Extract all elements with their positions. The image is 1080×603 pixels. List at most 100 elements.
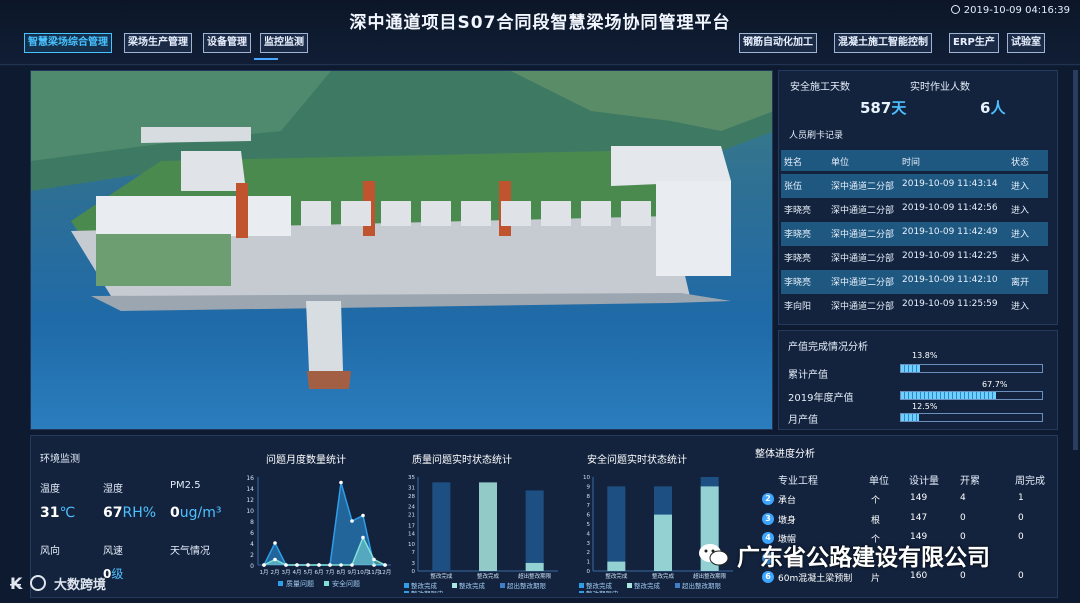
nav-underline — [254, 58, 278, 60]
progress-row-number: 2 — [762, 493, 774, 505]
card-time: 2019-10-09 11:42:10 — [902, 275, 998, 285]
nav-tab-equipment[interactable]: 设备管理 — [203, 33, 251, 53]
wechat-icon — [699, 544, 729, 566]
output-bar-3 — [900, 413, 1043, 422]
progress-row-name: 承台 — [778, 496, 797, 506]
data-point — [361, 513, 365, 518]
y-tick-label: 0 — [250, 563, 254, 570]
progress-row-week: 0 — [1018, 512, 1024, 523]
card-name: 李向阳 — [784, 302, 812, 312]
card-name: 李晓亮 — [784, 278, 812, 288]
x-tick-label: 整改完成 — [430, 572, 453, 580]
legend-swatch — [579, 591, 584, 593]
data-point — [262, 563, 266, 567]
y-tick-label: 6 — [587, 513, 591, 519]
y-tick-label: 16 — [246, 475, 254, 482]
x-tick-label: 9月 — [348, 569, 357, 576]
legend-label: 整改完成 — [411, 581, 438, 590]
y-tick-label: 9 — [587, 484, 591, 490]
y-tick-label: 0 — [587, 569, 591, 575]
card-name: 李晓亮 — [784, 254, 812, 264]
x-tick-label: 超出整改期限 — [693, 572, 727, 580]
nav-tab-production[interactable]: 梁场生产管理 — [124, 33, 192, 53]
card-table-row[interactable]: 李向阳 深中通道二分部 2019-10-09 11:25:59 进入 — [781, 294, 1048, 318]
card-time: 2019-10-09 11:25:59 — [902, 299, 998, 309]
safe-days-value: 587天 — [860, 97, 906, 118]
legend-swatch — [404, 583, 409, 588]
legend-label: 超出整改期限 — [682, 581, 722, 590]
y-tick-label: 14 — [246, 486, 254, 493]
output-bar-1 — [900, 364, 1043, 373]
card-unit: 深中通道二分部 — [831, 182, 895, 192]
y-tick-label: 7 — [587, 503, 591, 509]
wind-speed-label: 风速 — [103, 546, 123, 557]
card-table-row[interactable]: 李晓亮 深中通道二分部 2019-10-09 11:42:56 进入 — [781, 198, 1048, 222]
card-status: 进入 — [1011, 254, 1030, 264]
safe-days-label: 安全施工天数 — [790, 82, 850, 93]
x-tick-label: 3月 — [282, 569, 291, 576]
svg-text:K̶: K̶ — [10, 574, 23, 593]
workers-label: 实时作业人数 — [910, 82, 970, 93]
y-tick-label: 0 — [412, 569, 416, 575]
progress-row-unit: 个 — [871, 496, 881, 506]
card-table-row[interactable]: 李晓亮 深中通道二分部 2019-10-09 11:42:25 进入 — [781, 246, 1048, 270]
site-3d-map[interactable] — [30, 70, 773, 430]
data-point — [350, 519, 354, 523]
legend-swatch — [627, 583, 632, 588]
legend-label: 质量问题 — [286, 579, 314, 588]
temp-unit: ℃ — [59, 505, 76, 521]
nav-tab-lab[interactable]: 试验室 — [1007, 33, 1045, 53]
data-point — [306, 563, 310, 567]
progress-row-acc: 4 — [960, 493, 966, 503]
monthly-issues-chart: 02468101214161月 2月 3月 4月 5月 6月 7月 8月 9月 10月11月12月… — [246, 475, 392, 588]
bar-within-deadline — [432, 482, 451, 571]
y-tick-label: 2 — [250, 552, 254, 559]
nav-tab-erp[interactable]: ERP生产 — [949, 33, 999, 53]
y-tick-label: 7 — [412, 550, 416, 556]
quality-status-chart: 0371014172124283135整改完成 整改完成 超出整改期限整改完成 整改完… — [404, 475, 558, 593]
card-name: 李晓亮 — [784, 230, 812, 240]
y-tick-label: 10 — [246, 508, 254, 515]
y-tick-label: 35 — [408, 475, 415, 481]
x-tick-label: 12月 — [379, 569, 392, 576]
safe-days-unit: 天 — [891, 99, 907, 117]
card-table-row[interactable]: 李晓亮 深中通道二分部 2019-10-09 11:42:49 进入 — [781, 222, 1048, 246]
y-tick-label: 2 — [587, 550, 591, 556]
progress-col-week: 周完成 — [1015, 476, 1045, 487]
legend-swatch — [579, 583, 584, 588]
legend-label: 整改完成 — [586, 581, 613, 590]
data-point — [273, 557, 277, 562]
output-label-2: 2019年度产值 — [788, 393, 854, 404]
nav-tab-integrated[interactable]: 智慧梁场综合管理 — [24, 33, 112, 53]
card-table-row[interactable]: 李晓亮 深中通道二分部 2019-10-09 11:42:10 离开 — [781, 270, 1048, 294]
nav-tab-concrete[interactable]: 混凝土施工智能控制 — [834, 33, 932, 53]
card-table-row[interactable]: 张伍 深中通道二分部 2019-10-09 11:43:14 进入 — [781, 174, 1048, 198]
progress-row-week: 0 — [1018, 532, 1024, 542]
header-divider — [0, 64, 1080, 65]
wind-dir-label: 风向 — [40, 546, 60, 557]
col-unit: 单位 — [831, 158, 850, 168]
card-status: 离开 — [1011, 278, 1030, 288]
workers-value: 6人 — [980, 97, 1005, 118]
safe-days-number: 587 — [860, 99, 892, 117]
progress-col-acc: 开累 — [960, 476, 980, 487]
output-pct-3: 12.5% — [912, 402, 938, 411]
progress-col-unit: 单位 — [869, 476, 889, 487]
bar-within-deadline — [607, 486, 626, 571]
y-tick-label: 24 — [408, 505, 415, 511]
y-tick-label: 12 — [246, 497, 254, 504]
nav-tab-rebar[interactable]: 钢筋自动化加工 — [739, 33, 817, 53]
pm25-label: PM2.5 — [170, 480, 201, 491]
page-scrollbar[interactable] — [1073, 70, 1078, 450]
data-point — [328, 563, 332, 567]
workers-unit: 人 — [990, 99, 1006, 117]
nav-tab-monitoring[interactable]: 监控监测 — [260, 33, 308, 53]
x-tick-label: 5月 — [304, 569, 313, 576]
x-tick-label: 整改完成 — [605, 572, 628, 580]
progress-row-design: 147 — [910, 512, 928, 523]
humidity-value: 67RH% — [103, 505, 156, 521]
legend-swatch — [278, 581, 283, 586]
bar-within-deadline — [525, 490, 544, 571]
bar-completed — [525, 562, 544, 571]
y-tick-label: 6 — [250, 530, 254, 537]
